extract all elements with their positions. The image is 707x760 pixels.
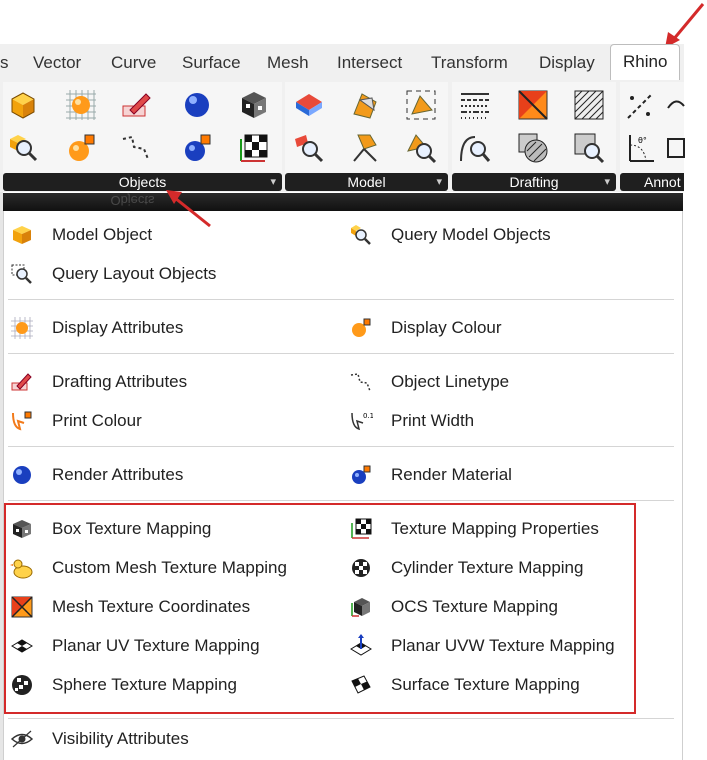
- model-panel-icon-4[interactable]: [348, 131, 382, 165]
- menu-item-visibility-attributes[interactable]: Visibility Attributes: [10, 724, 189, 754]
- linetype-icon: [350, 373, 371, 392]
- texture-mapping-properties-icon[interactable]: [237, 131, 271, 165]
- tab-transform[interactable]: Transform: [431, 44, 508, 78]
- menu-item-query-layout-objects[interactable]: Query Layout Objects: [10, 259, 216, 289]
- drafting-panel-icon-3[interactable]: [516, 88, 550, 122]
- display-colour-icon[interactable]: [64, 131, 98, 165]
- box-texture-mapping-icon[interactable]: [237, 88, 271, 122]
- eye-icon: [10, 730, 34, 748]
- model-panel-icon-3[interactable]: [348, 88, 382, 122]
- query-model-objects-icon[interactable]: [6, 131, 40, 165]
- model-panel-icon-2[interactable]: [292, 131, 326, 165]
- menu-item-query-model-objects[interactable]: Query Model Objects: [349, 220, 551, 250]
- drafting-panel-title: Drafting: [509, 174, 559, 190]
- menu-item-display-colour[interactable]: Display Colour: [349, 313, 502, 343]
- annot-panel-icon-4[interactable]: [664, 88, 698, 122]
- render-sphere-icon: [13, 466, 31, 484]
- eraser-icon: [11, 373, 32, 391]
- menu-item-label: Object Linetype: [391, 372, 510, 391]
- render-attributes-icon[interactable]: [180, 88, 214, 122]
- menu-item-display-attributes[interactable]: Display Attributes: [10, 313, 183, 343]
- panel-expand-icon[interactable]: ▾: [604, 173, 610, 191]
- model-panel-icon-1[interactable]: [292, 88, 326, 122]
- drafting-panel-icon-1[interactable]: [458, 88, 492, 122]
- panel-expand-icon[interactable]: ▾: [270, 173, 276, 191]
- annot-panel-footer[interactable]: Annot: [620, 173, 684, 191]
- drafting-panel-icon-2[interactable]: [458, 131, 492, 165]
- tab-intersect[interactable]: Intersect: [337, 44, 402, 78]
- highlight-box: [4, 503, 636, 714]
- menu-item-model-object[interactable]: Model Object: [10, 220, 152, 250]
- menu-divider: [8, 718, 674, 719]
- menu-item-drafting-attributes[interactable]: Drafting Attributes: [10, 367, 187, 397]
- menu-item-render-material[interactable]: Render Material: [349, 460, 512, 490]
- tab-partial[interactable]: s: [0, 44, 9, 78]
- cube-icon: [13, 226, 31, 244]
- menu-item-label: Print Width: [391, 411, 475, 430]
- menu-item-label: Query Model Objects: [391, 225, 551, 244]
- annot-panel-icon-2[interactable]: θ°: [624, 131, 658, 165]
- display-colour-icon: [352, 318, 371, 337]
- menu-item-label: Query Layout Objects: [52, 264, 217, 283]
- menu-item-print-width[interactable]: 0.1 Print Width: [349, 406, 474, 436]
- tab-vector[interactable]: Vector: [33, 44, 81, 78]
- svg-text:θ°: θ°: [638, 136, 647, 145]
- tab-curve[interactable]: Curve: [111, 44, 156, 78]
- arrow-to-rhino-tab: [665, 3, 705, 48]
- menu-divider: [8, 500, 674, 501]
- tab-display[interactable]: Display: [539, 44, 595, 78]
- panel-header-reflection-label: Objects: [110, 193, 155, 208]
- menu-item-object-linetype[interactable]: Object Linetype: [349, 367, 509, 397]
- menu-item-render-attributes[interactable]: Render Attributes: [10, 460, 183, 490]
- tab-mesh[interactable]: Mesh: [267, 44, 309, 78]
- query-cube-icon: [351, 225, 371, 245]
- svg-text:0.1: 0.1: [363, 412, 373, 420]
- model-panel-title: Model: [347, 174, 386, 190]
- object-linetype-icon[interactable]: [120, 131, 154, 165]
- menu-item-label: Visibility Attributes: [52, 729, 189, 748]
- drafting-panel-icon-5[interactable]: [572, 88, 606, 122]
- menu-divider: [8, 299, 674, 300]
- menu-divider: [8, 353, 674, 354]
- drafting-attributes-icon[interactable]: [120, 88, 154, 122]
- menu-item-label: Render Attributes: [52, 465, 184, 484]
- menu-item-print-colour[interactable]: Print Colour: [10, 406, 142, 436]
- menu-item-label: Render Material: [391, 465, 512, 484]
- annot-panel-icon-1[interactable]: [624, 88, 658, 122]
- menu-item-label: Display Colour: [391, 318, 502, 337]
- menu-item-label: Model Object: [52, 225, 153, 244]
- print-colour-icon: [12, 411, 32, 431]
- display-attributes-icon[interactable]: [64, 88, 98, 122]
- annot-panel-icon-3[interactable]: [664, 131, 698, 165]
- render-material-icon: [352, 465, 371, 484]
- model-object-icon[interactable]: [6, 88, 40, 122]
- drafting-panel-footer[interactable]: Drafting ▾: [452, 173, 616, 191]
- menu-item-label: Print Colour: [52, 411, 142, 430]
- display-attributes-icon: [11, 317, 33, 339]
- model-panel-icon-6[interactable]: [404, 131, 438, 165]
- menu-item-label: Drafting Attributes: [52, 372, 188, 391]
- annot-panel-title: Annot: [644, 174, 681, 190]
- menu-item-label: Display Attributes: [52, 318, 184, 337]
- print-width-icon: 0.1: [351, 412, 373, 431]
- model-panel-icon-5[interactable]: [404, 88, 438, 122]
- drafting-panel-icon-4[interactable]: [516, 131, 550, 165]
- drafting-panel-icon-6[interactable]: [572, 131, 606, 165]
- model-panel-footer[interactable]: Model ▾: [285, 173, 448, 191]
- objects-panel-footer[interactable]: Objects ▾: [3, 173, 282, 191]
- menu-divider: [8, 446, 674, 447]
- panel-expand-icon[interactable]: ▾: [436, 173, 442, 191]
- tab-surface[interactable]: Surface: [182, 44, 241, 78]
- tab-rhino[interactable]: Rhino: [610, 44, 681, 80]
- query-layout-icon: [11, 264, 32, 284]
- objects-panel-title: Objects: [118, 174, 167, 190]
- render-material-icon[interactable]: [180, 131, 214, 165]
